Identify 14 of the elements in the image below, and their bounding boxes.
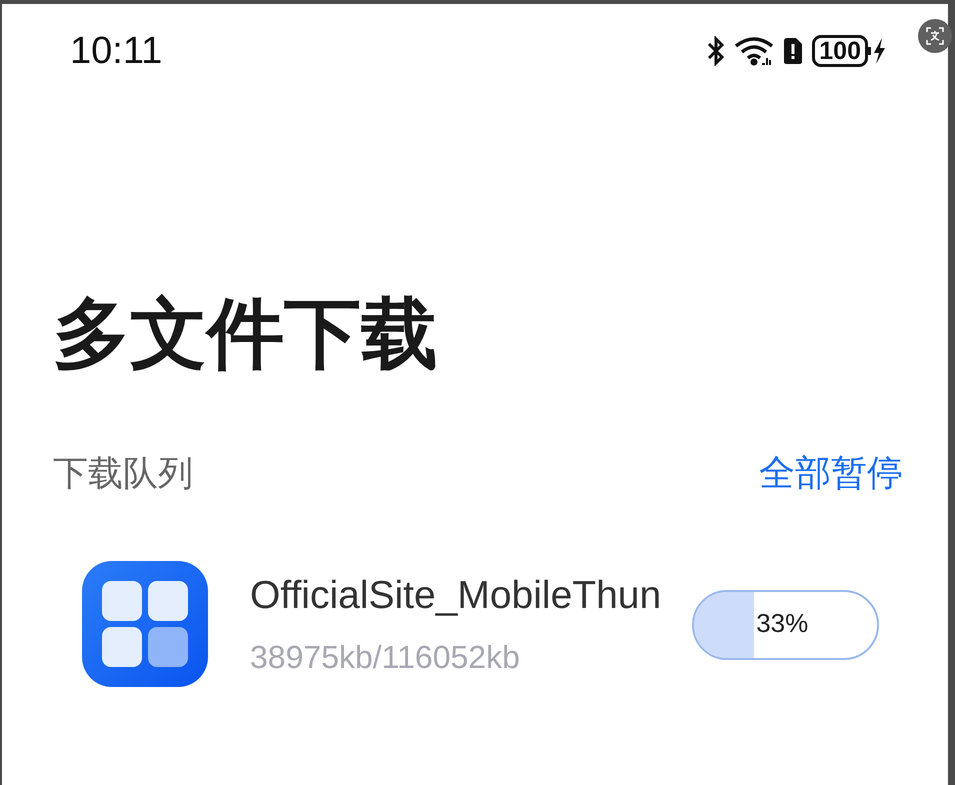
progress-percent: 33% bbox=[756, 610, 808, 636]
wifi-icon bbox=[734, 36, 774, 66]
section-label: 下载队列 bbox=[53, 456, 193, 490]
bluetooth-icon bbox=[706, 36, 726, 66]
battery-level: 100 bbox=[812, 35, 868, 67]
translate-overlay-icon[interactable] bbox=[918, 19, 952, 53]
sim-alert-icon bbox=[782, 37, 804, 65]
page-title: 多文件下载 bbox=[53, 296, 438, 373]
charging-icon bbox=[868, 36, 886, 66]
file-name: OfficialSite_MobileThun bbox=[250, 576, 662, 614]
app-grid-icon bbox=[82, 561, 208, 687]
file-size: 38975kb/116052kb bbox=[250, 640, 521, 672]
status-time: 10:11 bbox=[70, 32, 162, 70]
pause-all-link[interactable]: 全部暂停 bbox=[759, 455, 903, 491]
